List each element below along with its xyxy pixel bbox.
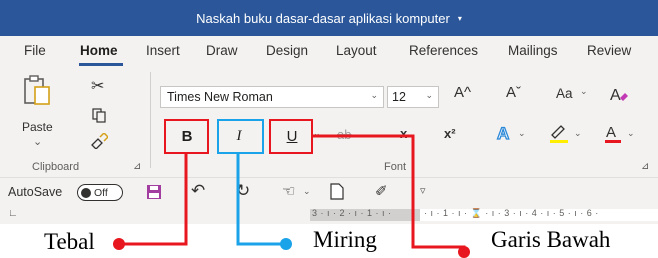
- italic-connector-line: [236, 154, 286, 246]
- italic-annotation: Miring: [313, 227, 377, 252]
- annotation-connectors: [113, 134, 470, 258]
- bold-connector-dot: [113, 238, 125, 250]
- italic-connector-dot: [280, 238, 292, 250]
- bold-connector-line: [119, 154, 188, 246]
- underline-connector-dot: [458, 246, 470, 258]
- underline-annotation: Garis Bawah: [491, 227, 611, 252]
- bold-annotation: Tebal: [44, 229, 95, 254]
